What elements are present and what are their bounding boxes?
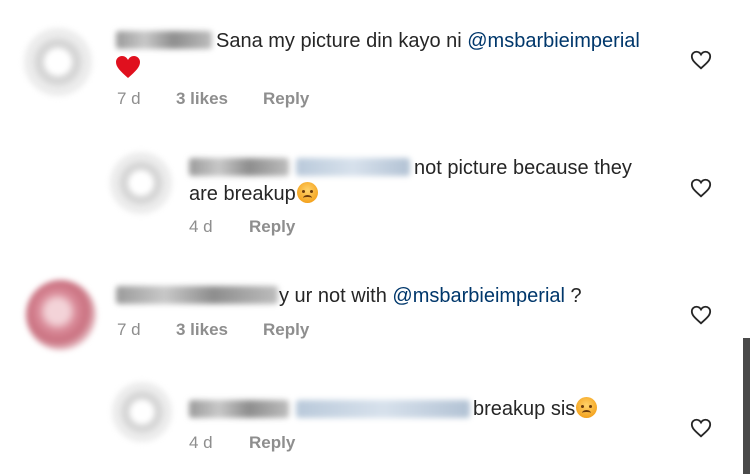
- avatar[interactable]: [26, 280, 96, 350]
- mention-blurred[interactable]: [296, 400, 470, 418]
- comment-text: y ur not with @msbarbieimperial ?: [279, 284, 582, 308]
- comment-body: y ur not with: [279, 285, 393, 307]
- comment-body-line2-wrap: are breakup: [189, 182, 318, 206]
- comment-time: 7 d: [117, 320, 141, 339]
- reply-button[interactable]: Reply: [249, 217, 295, 237]
- comment-1: Sana my picture din kayo ni @msbarbieimp…: [0, 0, 750, 140]
- comment-body-line1: not picture because they: [414, 157, 632, 179]
- username-blurred[interactable]: [116, 286, 278, 304]
- comment-body: breakup sis: [473, 398, 576, 420]
- comment-text: Sana my picture din kayo ni @msbarbieimp…: [216, 29, 640, 53]
- comment-2: not picture because they are breakup 4 d…: [0, 140, 750, 260]
- mention-link[interactable]: @msbarbieimperial: [392, 285, 565, 307]
- crying-face-emoji: [576, 397, 598, 418]
- likes-count[interactable]: 3 likes: [176, 320, 228, 340]
- avatar[interactable]: [24, 28, 92, 96]
- reply-button[interactable]: Reply: [263, 320, 309, 340]
- scrollbar[interactable]: [743, 338, 750, 474]
- username-blurred[interactable]: [189, 400, 289, 418]
- heart-outline-icon[interactable]: [690, 417, 712, 439]
- avatar[interactable]: [112, 382, 172, 442]
- username-blurred[interactable]: [116, 31, 212, 49]
- avatar[interactable]: [110, 152, 172, 214]
- username-blurred[interactable]: [189, 158, 289, 176]
- reply-button[interactable]: Reply: [263, 89, 309, 109]
- likes-count[interactable]: 3 likes: [176, 89, 228, 109]
- comment-body: Sana my picture din kayo ni: [216, 30, 468, 52]
- reply-button[interactable]: Reply: [249, 433, 295, 453]
- heart-outline-icon[interactable]: [690, 177, 712, 199]
- comment-time: 7 d: [117, 89, 141, 108]
- heart-outline-icon[interactable]: [690, 304, 712, 326]
- mention-link[interactable]: @msbarbieimperial: [467, 30, 640, 52]
- comment-time: 4 d: [189, 217, 213, 236]
- mention-blurred[interactable]: [296, 158, 410, 176]
- comment-body-end: ?: [564, 285, 582, 307]
- comment-time: 4 d: [189, 433, 213, 452]
- heart-outline-icon[interactable]: [690, 49, 712, 71]
- comment-4: breakup sis 4 d Reply: [0, 370, 750, 474]
- crying-face-emoji: [296, 182, 318, 203]
- comment-text: breakup sis: [473, 397, 598, 421]
- red-heart-emoji: [116, 56, 140, 78]
- comment-3: y ur not with @msbarbieimperial ? 7 d 3 …: [0, 260, 750, 370]
- comment-body-line2: are breakup: [189, 183, 296, 205]
